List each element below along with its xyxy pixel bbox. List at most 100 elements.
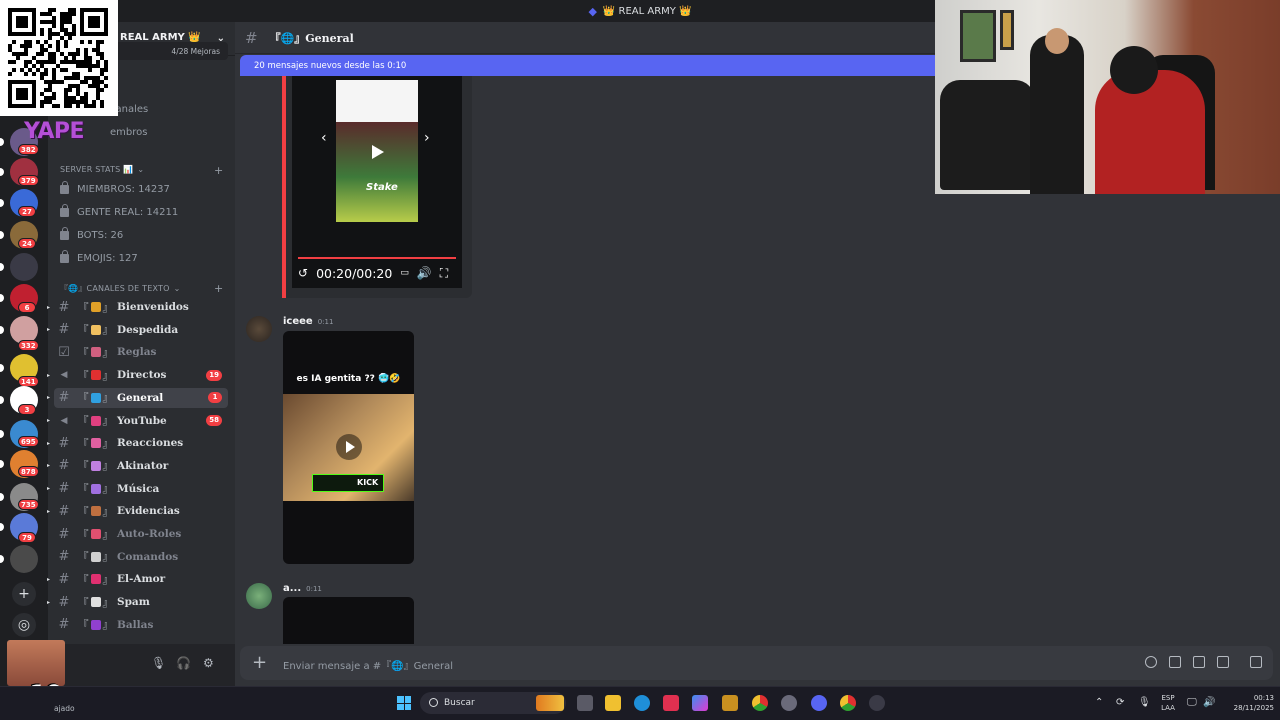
- copilot-icon[interactable]: [692, 695, 708, 711]
- channel-reacciones[interactable]: ▸ # 『』 Reacciones: [47, 433, 228, 453]
- add-server-button[interactable]: +: [12, 582, 36, 606]
- chevron-right-icon[interactable]: ›: [424, 130, 430, 146]
- channel-hash-icon: #: [58, 571, 70, 587]
- channel-ballas[interactable]: # 『』 Ballas: [54, 615, 228, 635]
- wall-poster: [960, 10, 996, 62]
- channel-label: Bienvenidos: [117, 301, 189, 313]
- video-controls: ↺ 00:20/00:20 ▭ 🔊 ⛶: [298, 264, 458, 282]
- window-title: 👑 REAL ARMY 👑: [602, 5, 692, 17]
- game-app-icon[interactable]: [722, 695, 738, 711]
- video-progress-bar[interactable]: [298, 257, 456, 259]
- channel-label: El-Amor: [117, 573, 166, 586]
- channel-bienvenidos[interactable]: ▸ # 『』 Bienvenidos: [47, 297, 228, 317]
- play-icon[interactable]: [372, 145, 384, 159]
- category-label: 『🌐』CANALES DE TEXTO: [60, 284, 170, 293]
- play-icon[interactable]: [336, 434, 362, 460]
- channel-hash-icon: #: [58, 458, 70, 474]
- channel-hash-icon: #: [58, 503, 70, 519]
- author-name[interactable]: iceee: [283, 316, 313, 327]
- chevron-down-icon: ⌄: [137, 165, 145, 174]
- bracket-decoration: 『: [78, 505, 89, 518]
- create-channel-plus-icon[interactable]: +: [214, 282, 223, 295]
- fullscreen-icon[interactable]: ⛶: [440, 266, 448, 281]
- person-standing: [1030, 35, 1084, 194]
- settings-gear-icon[interactable]: ⚙: [203, 656, 214, 670]
- server-icon[interactable]: [10, 253, 38, 281]
- chevron-up-icon[interactable]: ⌃: [1095, 697, 1103, 708]
- bracket-decoration: 『: [78, 619, 89, 632]
- discover-servers-button[interactable]: ◎: [12, 613, 36, 637]
- task-view-icon[interactable]: [577, 695, 593, 711]
- person-head: [1110, 46, 1158, 94]
- app-icon[interactable]: [663, 695, 679, 711]
- avatar[interactable]: [246, 583, 272, 609]
- channel-despedida[interactable]: ▸ # 『』 Despedida: [47, 320, 228, 340]
- stat-channel-members[interactable]: MIEMBROS: 14237: [60, 179, 230, 199]
- captions-icon[interactable]: ▭: [400, 268, 409, 278]
- category-text-channels[interactable]: 『🌐』CANALES DE TEXTO ⌄: [60, 283, 181, 294]
- chrome-profile-icon[interactable]: [781, 695, 797, 711]
- stat-channel-real[interactable]: GENTE REAL: 14211: [60, 202, 230, 222]
- microphone-icon[interactable]: 🎙: [151, 656, 166, 670]
- gif-icon[interactable]: [1169, 656, 1181, 668]
- author-name[interactable]: a...: [283, 583, 301, 594]
- channel-evidencias[interactable]: ▸ # 『』 Evidencias: [47, 501, 228, 521]
- chrome-icon[interactable]: [840, 695, 856, 711]
- windows-start-icon[interactable]: [397, 696, 411, 710]
- file-explorer-icon[interactable]: [605, 695, 621, 711]
- channel-general[interactable]: ▸ # 『』 General 1: [47, 387, 228, 408]
- create-channel-plus-icon[interactable]: +: [214, 164, 223, 177]
- channel-comandos[interactable]: # 『』 Comandos: [54, 547, 228, 567]
- sync-icon[interactable]: ⟳: [1116, 697, 1124, 708]
- message-input[interactable]: Enviar mensaje a #『🌐』General: [283, 657, 453, 672]
- channel-label: Auto-Roles: [117, 528, 182, 540]
- chrome-icon[interactable]: [752, 695, 768, 711]
- image-icon[interactable]: [1217, 656, 1229, 668]
- screen: ◆ 👑 REAL ARMY 👑 382 379 27 24 6 332 141 3 695 878…: [0, 0, 1280, 720]
- bracket-decoration: 』: [102, 505, 114, 518]
- emoji-icon[interactable]: [1145, 656, 1157, 668]
- volume-icon[interactable]: 🔊: [1203, 697, 1215, 708]
- stat-channel-emojis[interactable]: EMOJIS: 127: [60, 248, 230, 268]
- category-label: SERVER STATS 📊: [60, 165, 134, 174]
- new-messages-banner[interactable]: 20 mensajes nuevos desde las 0:10: [240, 55, 940, 76]
- stat-channel-bots[interactable]: BOTS: 26: [60, 225, 230, 245]
- channel-música[interactable]: ▸ # 『』 Música: [47, 479, 228, 499]
- headphones-icon[interactable]: 🎧: [176, 656, 191, 670]
- mention-badge: 3: [18, 404, 36, 415]
- channel-reglas[interactable]: ☑ 『』 Reglas: [54, 342, 228, 362]
- video-embed-3[interactable]: [283, 597, 414, 644]
- network-icon[interactable]: 🖵: [1187, 697, 1197, 708]
- server-icon[interactable]: [10, 545, 38, 573]
- search-highlight-icon[interactable]: [536, 695, 564, 711]
- members-link[interactable]: embros: [110, 127, 147, 138]
- channel-akinator[interactable]: ▸ # 『』 Akinator: [47, 456, 228, 476]
- edge-browser-icon[interactable]: [634, 695, 650, 711]
- attach-plus-icon[interactable]: +: [252, 652, 267, 673]
- sticker-icon[interactable]: [1193, 656, 1205, 668]
- gaming-chair: [940, 80, 1035, 190]
- video-time: 00:20/00:20: [316, 265, 393, 281]
- message-timestamp: 0:11: [306, 585, 322, 593]
- obs-icon[interactable]: [869, 695, 885, 711]
- gift-icon[interactable]: [1250, 656, 1262, 668]
- caret-right-icon: ▸: [47, 303, 51, 311]
- avatar[interactable]: [246, 316, 272, 342]
- category-server-stats[interactable]: SERVER STATS 📊 ⌄: [60, 165, 144, 174]
- mention-badge: 382: [18, 144, 39, 155]
- wall-poster: [1000, 10, 1014, 50]
- channel-youtube[interactable]: ▸ ◀ 『 』 YouTube 58: [47, 411, 228, 431]
- input-language[interactable]: ESP LAA: [1157, 693, 1179, 713]
- discord-icon[interactable]: [811, 695, 827, 711]
- chevron-left-icon[interactable]: ‹: [321, 130, 327, 146]
- channel-el-amor[interactable]: ▸ # 『』 El-Amor: [47, 569, 228, 589]
- volume-icon[interactable]: 🔊: [417, 266, 432, 280]
- channel-spam[interactable]: ▸ # 『』 Spam: [47, 592, 228, 612]
- mention-badge: 379: [18, 175, 39, 186]
- channel-auto-roles[interactable]: # 『』 Auto-Roles: [54, 524, 228, 544]
- channel-directos[interactable]: ▸ ◀ 『』 Directos 19: [47, 365, 228, 385]
- bracket-decoration: 』: [102, 415, 114, 427]
- replay-icon[interactable]: ↺: [298, 266, 308, 280]
- microphone-icon[interactable]: 🎙: [1138, 697, 1151, 708]
- system-clock[interactable]: 00:13 28/11/2025: [1222, 693, 1274, 713]
